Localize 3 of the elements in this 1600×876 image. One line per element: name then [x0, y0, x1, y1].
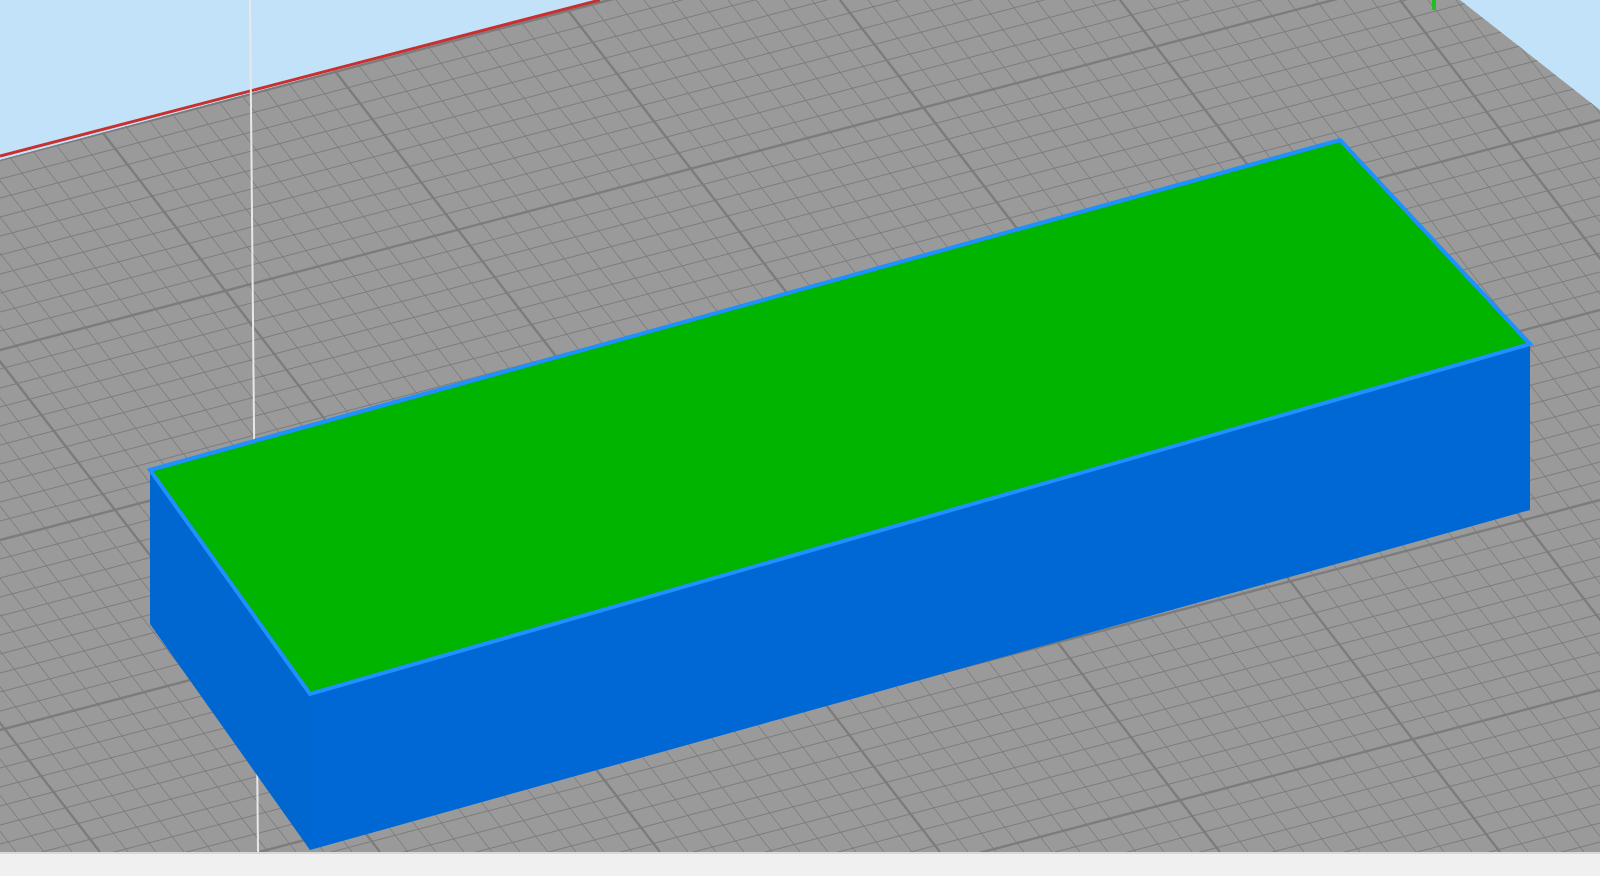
- 3d-viewport[interactable]: [0, 0, 1600, 852]
- y-axis-marker: [1432, 0, 1436, 10]
- box-model-drawing[interactable]: [146, 137, 1534, 850]
